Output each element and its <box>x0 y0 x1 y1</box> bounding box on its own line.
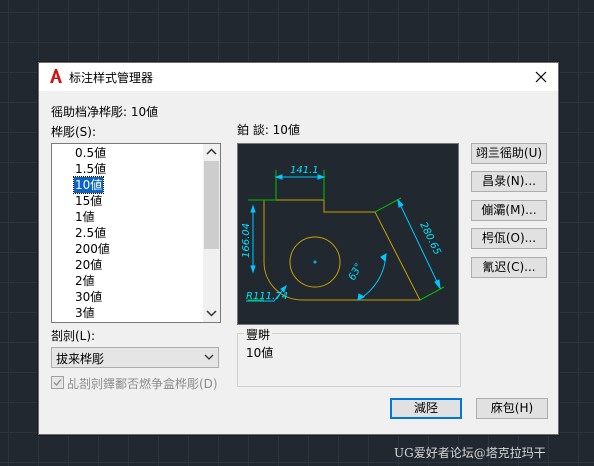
style-list-item[interactable]: 0.5値 <box>74 145 111 161</box>
style-list-item[interactable]: 1値 <box>74 209 111 225</box>
xref-filter-checkbox[interactable] <box>51 376 64 389</box>
style-list-item[interactable]: 15値 <box>74 193 111 209</box>
style-list-item-label: 20値 <box>75 258 103 272</box>
style-list-item[interactable]: 2.5値 <box>74 225 111 241</box>
style-list-item[interactable]: 20値 <box>74 257 111 273</box>
new-button[interactable]: 昌彔(N)... <box>471 171 547 192</box>
autocad-logo-icon <box>50 69 62 83</box>
list-filter-value: 拔来桦彫 <box>56 352 105 366</box>
style-list-item-label: 2値 <box>75 274 95 288</box>
style-list-item[interactable]: 10値 <box>72 176 111 194</box>
style-list-item-label: 2.5値 <box>75 226 107 240</box>
list-filter-select[interactable]: 拔来桦彫 <box>51 347 219 368</box>
dialog-title: 标注样式管理器 <box>69 71 154 85</box>
chevron-down-icon <box>204 354 214 360</box>
description-title: 豐畊 <box>244 326 273 343</box>
set-current-button[interactable]: 翊亖徭助(U) <box>471 143 547 164</box>
preview-geometry <box>263 199 421 301</box>
preview-label: 鉑 談: 10値 <box>237 123 300 137</box>
styles-label: 桦彫(S): <box>51 125 97 139</box>
dimension-style-manager-dialog: 标注样式管理器 徭助档净桦彫: 10値 桦彫(S): 鉑 談: 10値 0.5値… <box>38 62 559 435</box>
preview-circle <box>289 236 341 288</box>
styles-scrollbar[interactable] <box>203 144 220 322</box>
scroll-thumb[interactable] <box>204 161 219 249</box>
dim-top-text: 141.1 <box>290 165 319 176</box>
style-list-item-label: 3値 <box>75 306 95 320</box>
list-filter-label: 剳剠(L): <box>51 329 96 343</box>
dim-diagonal-text: 280.65 <box>417 220 442 256</box>
watermark-text: UG爱好者论坛@塔克拉玛干 <box>394 446 546 460</box>
scroll-down-icon[interactable] <box>203 305 220 322</box>
style-list-item[interactable]: 200値 <box>74 241 111 257</box>
description-text: 10値 <box>246 346 274 360</box>
title-bar: 标注样式管理器 <box>39 63 558 91</box>
style-list-item-label: 1.5値 <box>75 162 107 176</box>
style-list-item-label: 15値 <box>75 194 103 208</box>
xref-filter-label: 乩剳剠鐸鄱否燃争盒桦彫(D) <box>67 377 218 391</box>
dim-left-text: 166.04 <box>241 223 252 258</box>
preview-drawing: 141.1 166.04 280.65 63° R111.74 <box>241 165 445 302</box>
style-list-item-label: 200値 <box>75 242 110 256</box>
compare-button[interactable]: 氰迟(C)... <box>471 257 547 278</box>
current-style-label: 徭助档净桦彫: 10値 <box>51 105 159 119</box>
styles-list: 0.5値 1.5値 10値 15値 1値 2.5値 200値 20値 2値 30値 3値 <box>72 145 111 321</box>
override-button[interactable]: 枵佤(O)... <box>471 228 547 249</box>
dimension-preview: 141.1 166.04 280.65 63° R111.74 <box>237 143 459 325</box>
style-list-item[interactable]: 2値 <box>74 273 111 289</box>
close-icon[interactable] <box>530 66 552 88</box>
scroll-up-icon[interactable] <box>203 144 220 161</box>
close-button[interactable]: 減陉 <box>390 398 462 419</box>
style-list-item-label: 30値 <box>75 290 103 304</box>
style-list-item-label: 0.5値 <box>75 146 107 160</box>
check-icon <box>53 379 62 386</box>
style-list-item[interactable]: 30値 <box>74 289 111 305</box>
style-list-item-label: 10値 <box>72 176 105 194</box>
dim-radius-text: R111.74 <box>246 291 288 302</box>
style-list-item[interactable]: 1.5値 <box>74 161 111 177</box>
modify-button[interactable]: 傰灞(M)... <box>471 200 547 221</box>
styles-listbox[interactable]: 0.5値 1.5値 10値 15値 1値 2.5値 200値 20値 2値 30値 3値 <box>51 143 221 323</box>
help-button[interactable]: 庥包(H) <box>476 398 548 419</box>
style-list-item-label: 1値 <box>75 210 95 224</box>
style-list-item[interactable]: 3値 <box>74 305 111 321</box>
dim-angle-text: 63° <box>347 262 365 283</box>
description-group: 豐畊 10値 <box>237 326 461 387</box>
